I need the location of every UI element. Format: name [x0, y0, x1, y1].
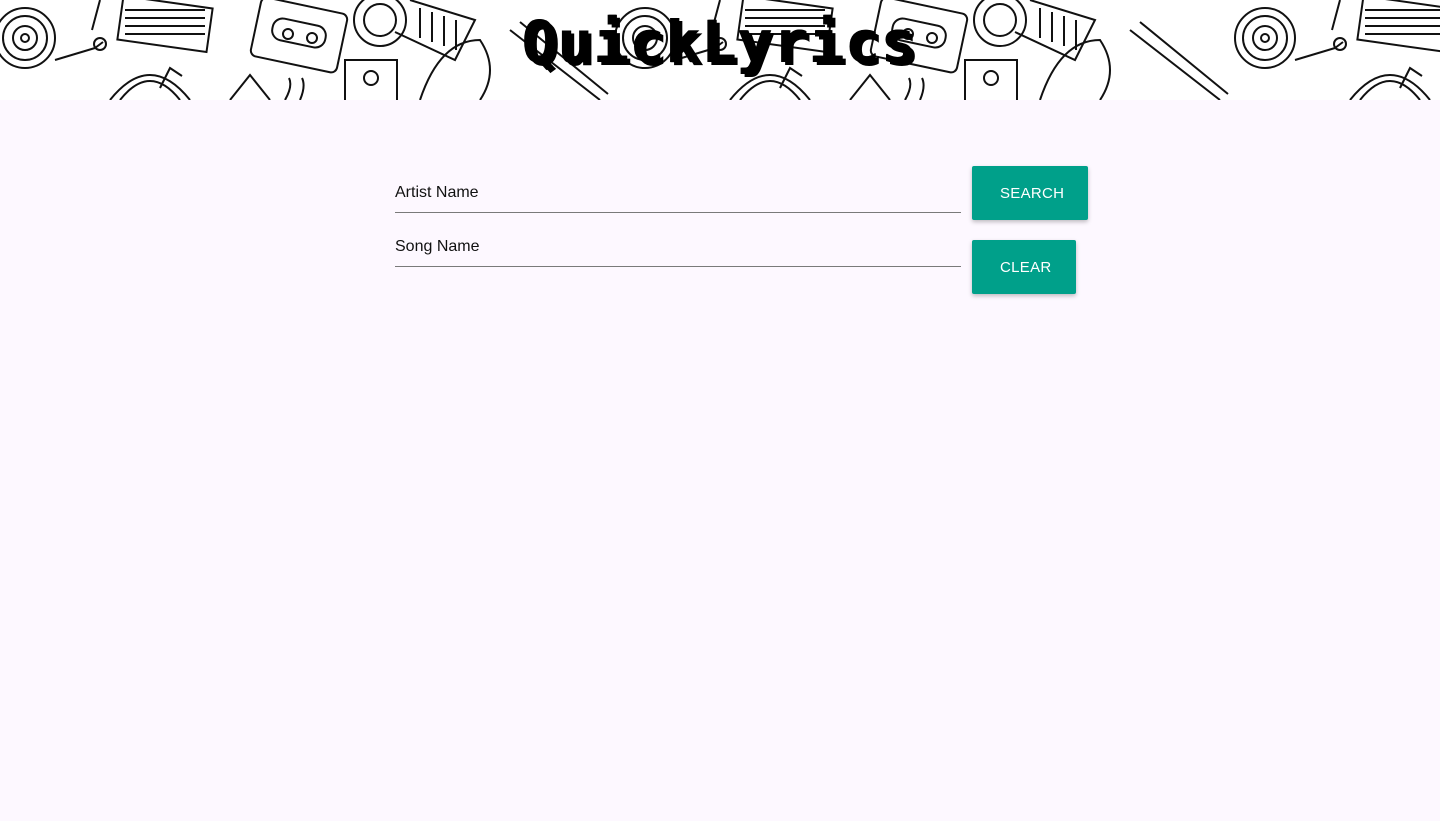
- artist-name-input[interactable]: [395, 184, 961, 202]
- clear-button[interactable]: CLEAR: [972, 240, 1076, 294]
- artist-name-field: [395, 166, 961, 213]
- header-banner: QuickLyrics: [0, 0, 1440, 100]
- song-name-input[interactable]: [395, 238, 961, 256]
- app-title: QuickLyrics: [522, 8, 918, 76]
- song-name-field: [395, 220, 961, 267]
- search-button[interactable]: SEARCH: [972, 166, 1088, 220]
